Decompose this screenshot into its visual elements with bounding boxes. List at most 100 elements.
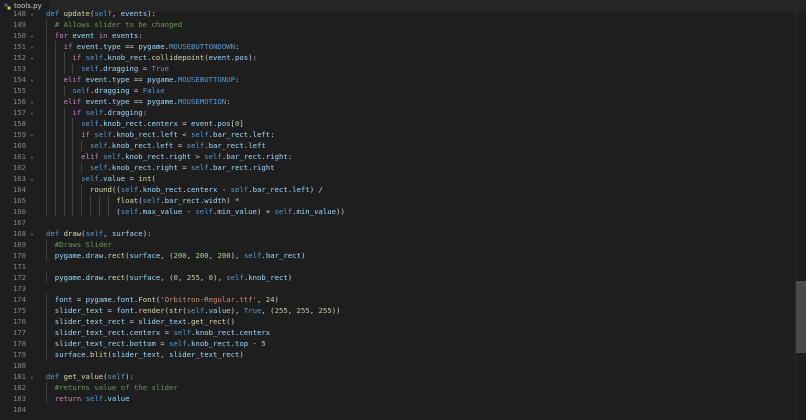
code-line[interactable]: 155 self.dragging = False bbox=[0, 85, 806, 96]
indent-guide bbox=[46, 41, 47, 52]
indent-guide bbox=[107, 195, 109, 206]
code-text: self.value = int( bbox=[81, 174, 156, 183]
fold-chevron-icon[interactable]: ⌄ bbox=[28, 129, 36, 140]
code-text: round((self.knob_rect.centerx - self.bar… bbox=[89, 185, 323, 194]
code-line[interactable]: 180 bbox=[0, 360, 806, 371]
indent-guide bbox=[72, 129, 74, 140]
indent-guide bbox=[46, 63, 47, 74]
code-line[interactable]: 178 slider_text_rect.bottom = self.knob_… bbox=[0, 338, 806, 349]
indent-guide bbox=[54, 184, 56, 195]
code-text: elif event.type == pygame.MOUSEMOTION: bbox=[63, 97, 231, 106]
indent-guide bbox=[54, 173, 56, 184]
code-line[interactable]: 182 #returns value of the slider bbox=[0, 382, 806, 393]
code-line[interactable]: 174 font = pygame.font.Font('Orbitron-Re… bbox=[0, 294, 806, 305]
indent-guide bbox=[46, 250, 47, 261]
code-line[interactable]: 156 ⌄ elif event.type == pygame.MOUSEMOTI… bbox=[0, 96, 806, 107]
line-number: 171 bbox=[12, 262, 26, 271]
indent-guide bbox=[98, 206, 100, 217]
line-number: 161 bbox=[12, 152, 26, 161]
indent-guide bbox=[72, 140, 74, 151]
code-line[interactable]: 150 ⌄ for event in events: bbox=[0, 30, 806, 41]
code-line[interactable]: 158 self.knob_rect.centerx = event.pos[0… bbox=[0, 118, 806, 129]
code-line[interactable]: 161 ⌄ elif self.knob_rect.right > self.ba… bbox=[0, 151, 806, 162]
code-line[interactable]: 159 ⌄ if self.knob_rect.left < self.bar_r… bbox=[0, 129, 806, 140]
code-line[interactable]: 163 ⌄ self.value = int( bbox=[0, 173, 806, 184]
code-line[interactable]: 175 slider_text = font.render(str(self.v… bbox=[0, 305, 806, 316]
fold-chevron-icon[interactable]: ⌄ bbox=[28, 8, 36, 19]
code-line[interactable]: 151 ⌄ if event.type == pygame.MOUSEBUTTON… bbox=[0, 41, 806, 52]
indent-guide bbox=[46, 294, 47, 305]
code-line[interactable]: 179 surface.blit(slider_text, slider_tex… bbox=[0, 349, 806, 360]
code-line[interactable]: 153 self.dragging = True bbox=[0, 63, 806, 74]
code-line[interactable]: 170 pygame.draw.rect(surface, (200, 200,… bbox=[0, 250, 806, 261]
indent-guide bbox=[63, 195, 65, 206]
indent-guide bbox=[72, 206, 74, 217]
code-line[interactable]: 169 #Draws Slider bbox=[0, 239, 806, 250]
indent-guide bbox=[81, 140, 83, 151]
indent-guide bbox=[54, 206, 56, 217]
code-line[interactable]: 154 ⌄ elif event.type == pygame.MOUSEBUTT… bbox=[0, 74, 806, 85]
fold-chevron-icon[interactable]: ⌄ bbox=[28, 228, 36, 239]
code-line[interactable]: 177 slider_text_rect.centerx = self.knob… bbox=[0, 327, 806, 338]
code-line[interactable]: 165 float(self.bar_rect.width) * bbox=[0, 195, 806, 206]
indent-guide bbox=[72, 63, 74, 74]
indent-guide bbox=[54, 151, 56, 162]
vertical-scrollbar[interactable] bbox=[796, 12, 806, 420]
code-line[interactable]: 148 ⌄ def update(self, events): bbox=[0, 8, 806, 19]
line-number: 174 bbox=[12, 295, 26, 304]
indent-guide bbox=[72, 173, 74, 184]
code-line[interactable]: 176 slider_text_rect = slider_text.get_r… bbox=[0, 316, 806, 327]
code-line[interactable]: 149 # Allows slider to be changed bbox=[0, 19, 806, 30]
line-number: 184 bbox=[12, 405, 26, 414]
indent-guide bbox=[46, 184, 47, 195]
line-number: 159 bbox=[12, 130, 26, 139]
fold-chevron-icon[interactable]: ⌄ bbox=[28, 107, 36, 118]
code-line[interactable]: 173 bbox=[0, 283, 806, 294]
code-line[interactable]: 183 return self.value bbox=[0, 393, 806, 404]
code-line[interactable]: 157 ⌄ if self.dragging: bbox=[0, 107, 806, 118]
code-text: pygame.draw.rect(surface, (0, 255, 0), s… bbox=[54, 273, 293, 282]
line-number: 168 bbox=[12, 229, 26, 238]
fold-chevron-icon[interactable]: ⌄ bbox=[28, 371, 36, 382]
indent-guide bbox=[46, 162, 47, 173]
code-line[interactable]: 152 ⌄ if self.knob_rect.collidepoint(even… bbox=[0, 52, 806, 63]
indent-guide bbox=[63, 151, 65, 162]
fold-chevron-icon[interactable]: ⌄ bbox=[28, 41, 36, 52]
code-line[interactable]: 181 ⌄ def get_value(self): bbox=[0, 371, 806, 382]
indent-guide bbox=[46, 316, 47, 327]
indent-guide bbox=[46, 338, 47, 349]
line-number: 169 bbox=[12, 240, 26, 249]
code-line[interactable]: 164 round((self.knob_rect.centerx - self… bbox=[0, 184, 806, 195]
fold-chevron-icon[interactable]: ⌄ bbox=[28, 173, 36, 184]
fold-chevron-icon[interactable]: ⌄ bbox=[28, 30, 36, 41]
fold-chevron-icon[interactable]: ⌄ bbox=[28, 96, 36, 107]
indent-guide bbox=[46, 140, 47, 151]
indent-guide bbox=[81, 184, 83, 195]
scrollbar-thumb[interactable] bbox=[796, 281, 806, 353]
code-text: #returns value of the slider bbox=[54, 383, 178, 392]
code-text: if self.knob_rect.collidepoint(event.pos… bbox=[72, 53, 257, 62]
code-line[interactable]: 184 bbox=[0, 404, 806, 415]
line-number: 180 bbox=[12, 361, 26, 370]
code-line[interactable]: 162 self.knob_rect.right = self.bar_rect… bbox=[0, 162, 806, 173]
code-line[interactable]: 166 (self.max_value - self.min_value) + … bbox=[0, 206, 806, 217]
indent-guide bbox=[54, 63, 56, 74]
indent-guide bbox=[46, 349, 47, 360]
code-line[interactable]: 172 pygame.draw.rect(surface, (0, 255, 0… bbox=[0, 272, 806, 283]
indent-guide bbox=[46, 195, 47, 206]
indent-guide bbox=[54, 52, 56, 63]
line-number: 181 bbox=[12, 372, 26, 381]
indent-guide bbox=[46, 305, 47, 316]
indent-guide bbox=[98, 195, 100, 206]
indent-guide bbox=[46, 52, 47, 63]
code-text: def get_value(self): bbox=[46, 372, 134, 381]
fold-chevron-icon[interactable]: ⌄ bbox=[28, 52, 36, 63]
code-line[interactable]: 160 self.knob_rect.left = self.bar_rect.… bbox=[0, 140, 806, 151]
fold-chevron-icon[interactable]: ⌄ bbox=[28, 74, 36, 85]
code-line[interactable]: 168 ⌄ def draw(self, surface): bbox=[0, 228, 806, 239]
code-line[interactable]: 167 bbox=[0, 217, 806, 228]
code-text: font = pygame.font.Font('Orbitron-Regula… bbox=[54, 295, 279, 304]
code-line[interactable]: 171 bbox=[0, 261, 806, 272]
code-editor[interactable]: 148 ⌄ def update(self, events): 149 # Allow… bbox=[0, 8, 806, 420]
fold-chevron-icon[interactable]: ⌄ bbox=[28, 151, 36, 162]
